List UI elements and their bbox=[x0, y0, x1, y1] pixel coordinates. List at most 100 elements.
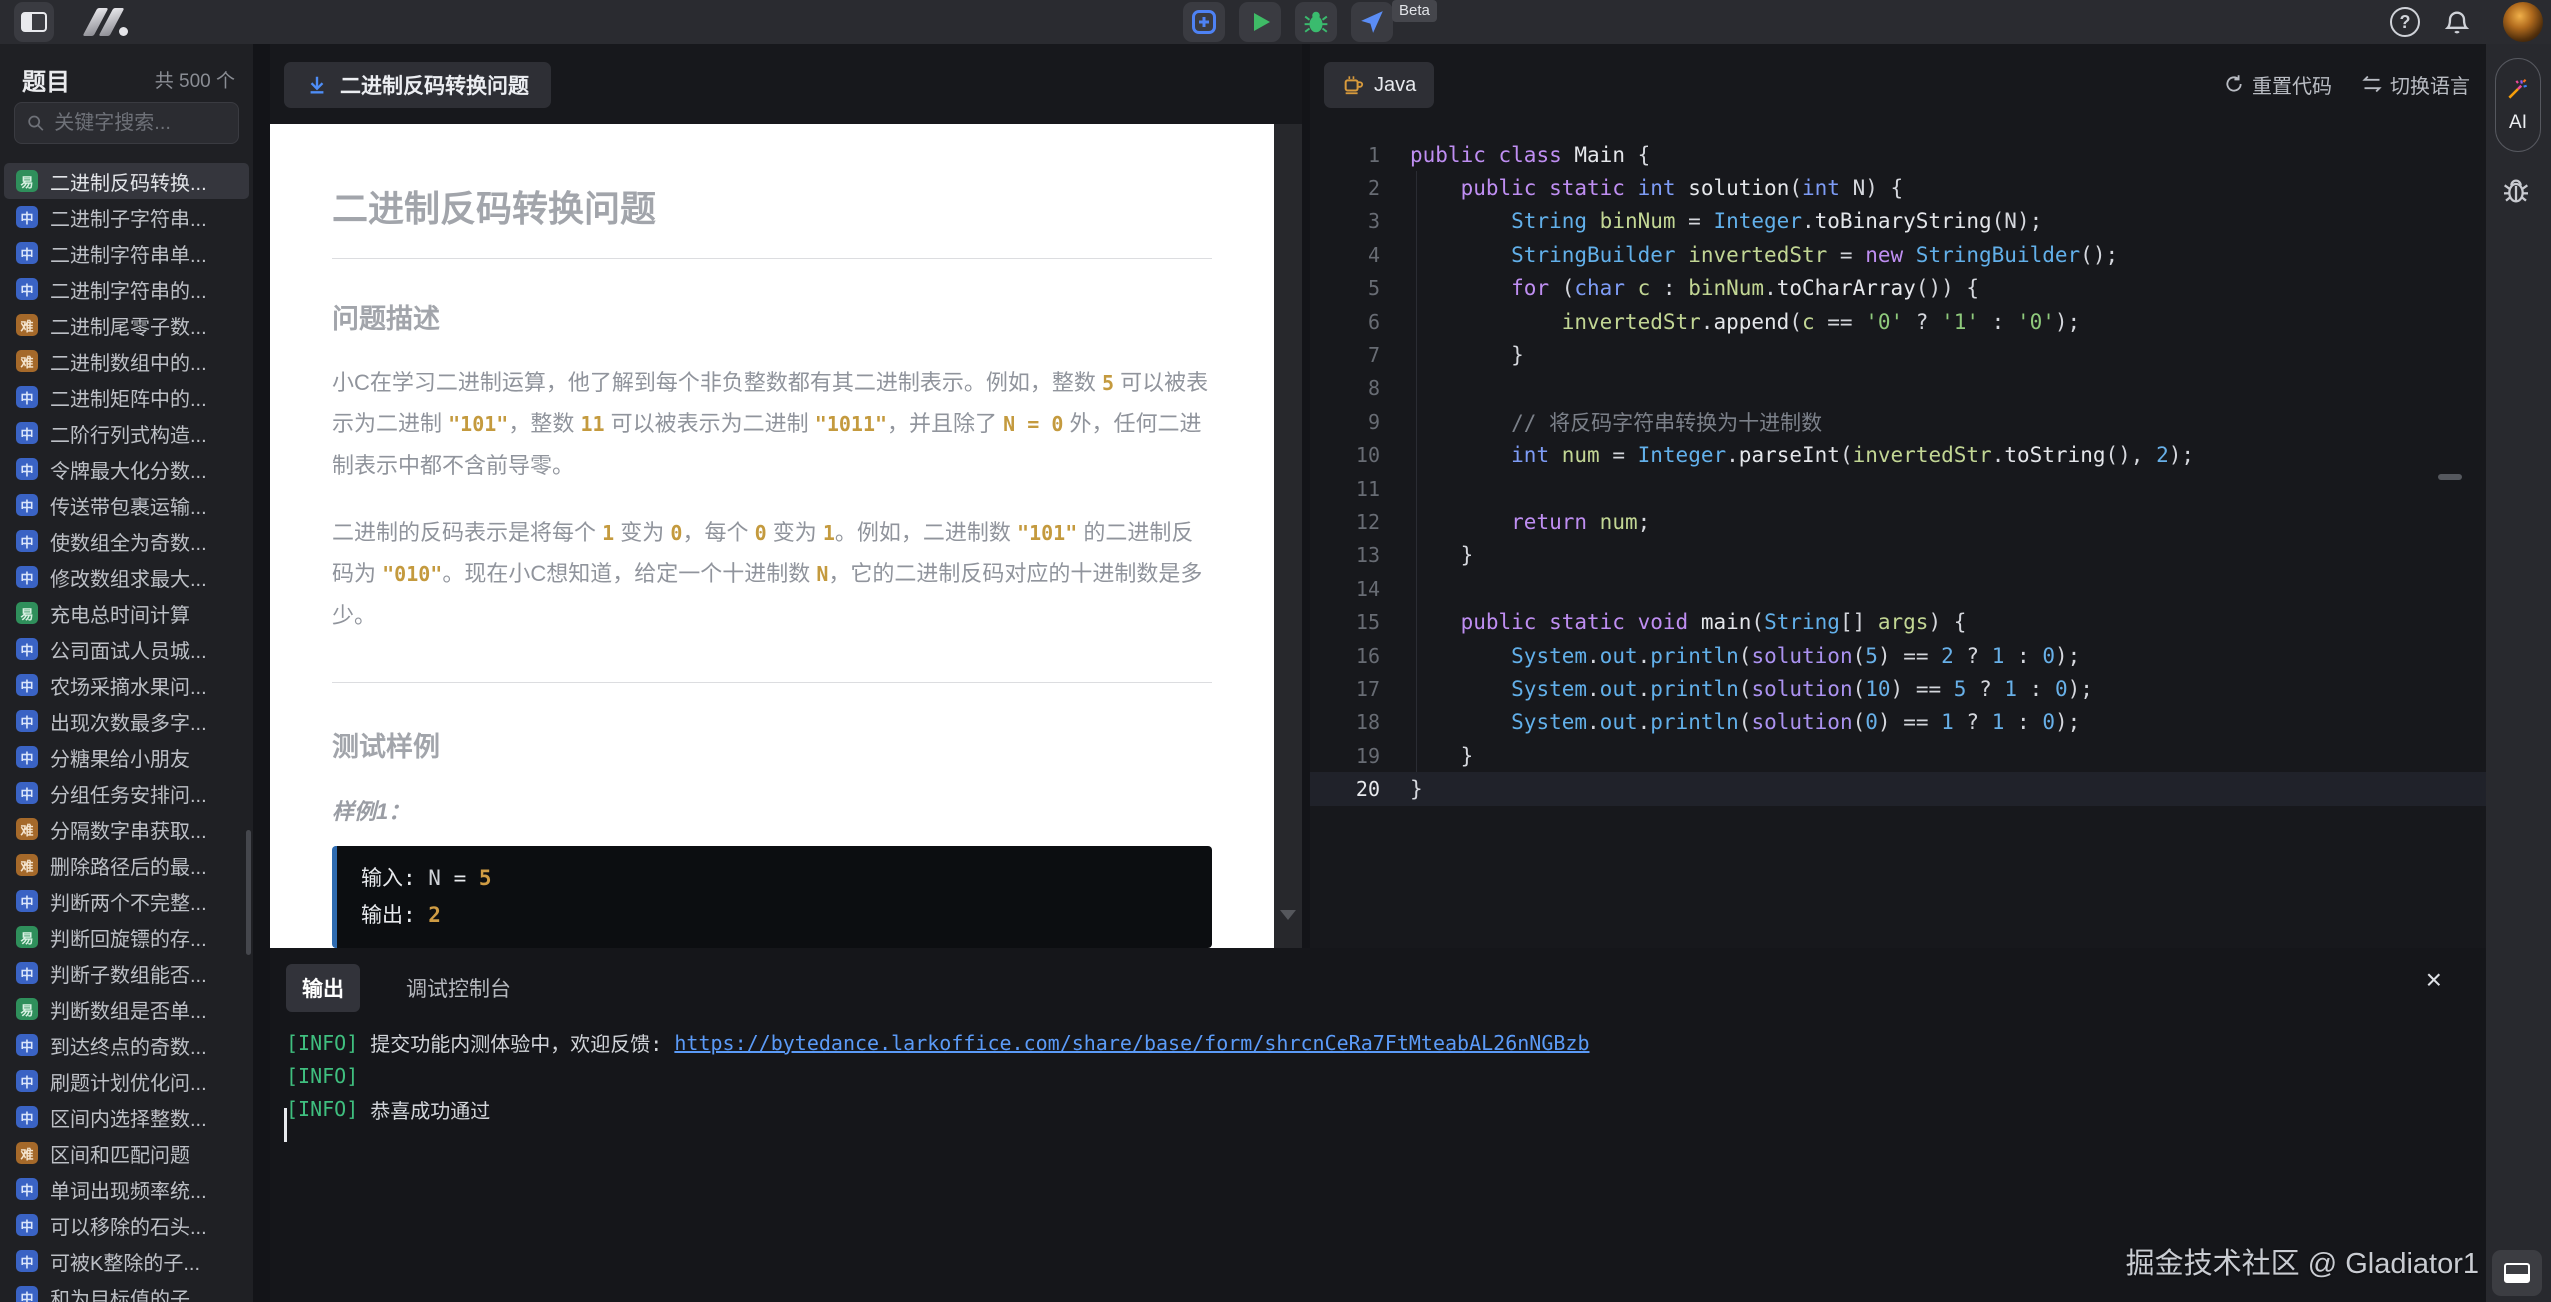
submit-button[interactable] bbox=[1351, 2, 1393, 42]
sidebar-item[interactable]: 中分糖果给小朋友 bbox=[4, 739, 249, 775]
sidebar-item[interactable]: 中二进制矩阵中的... bbox=[4, 379, 249, 415]
code-line[interactable]: 8 bbox=[1310, 372, 2486, 405]
sidebar-item[interactable]: 中判断子数组能否... bbox=[4, 955, 249, 991]
notifications-button[interactable] bbox=[2442, 7, 2472, 37]
sidebar-item[interactable]: 中传送带包裹运输... bbox=[4, 487, 249, 523]
download-icon bbox=[310, 76, 324, 94]
problem-scrollbar[interactable] bbox=[1274, 124, 1302, 948]
code-line[interactable]: 19 } bbox=[1310, 739, 2486, 772]
code-line[interactable]: 3 String binNum = Integer.toBinaryString… bbox=[1310, 205, 2486, 238]
difficulty-badge: 中 bbox=[16, 1250, 38, 1272]
code-line[interactable]: 7 } bbox=[1310, 338, 2486, 371]
scroll-down-icon[interactable] bbox=[1280, 910, 1296, 920]
sidebar-item[interactable]: 易判断数组是否单... bbox=[4, 991, 249, 1027]
sidebar-item[interactable]: 中农场采摘水果问... bbox=[4, 667, 249, 703]
sidebar-item[interactable]: 中刷题计划优化问... bbox=[4, 1063, 249, 1099]
sidebar-item[interactable]: 中到达终点的奇数... bbox=[4, 1027, 249, 1063]
code-line[interactable]: 13 } bbox=[1310, 539, 2486, 572]
rail-debug-button[interactable] bbox=[2500, 174, 2532, 211]
run-button[interactable] bbox=[1239, 2, 1281, 42]
code-editor[interactable]: 1 public class Main {2 public static int … bbox=[1310, 124, 2486, 948]
sidebar-scrollbar[interactable] bbox=[246, 830, 251, 955]
new-file-button[interactable] bbox=[1183, 2, 1225, 42]
search-input[interactable] bbox=[54, 111, 226, 135]
problem-paragraph: 二进制的反码表示是将每个 1 变为 0，每个 0 变为 1。例如，二进制数 "1… bbox=[332, 520, 1203, 628]
problem-count: 共 500 个 bbox=[154, 71, 235, 92]
user-avatar[interactable] bbox=[2503, 2, 2543, 42]
difficulty-badge: 中 bbox=[16, 566, 38, 588]
sidebar-item[interactable]: 中二进制字符串单... bbox=[4, 235, 249, 271]
editor-scrollbar[interactable] bbox=[2438, 474, 2462, 480]
code-line[interactable]: 2 public static int solution(int N) { bbox=[1310, 171, 2486, 204]
tab-output[interactable]: 输出 bbox=[286, 964, 360, 1012]
difficulty-badge: 中 bbox=[16, 278, 38, 300]
sidebar-item[interactable]: 中区间内选择整数... bbox=[4, 1099, 249, 1135]
sidebar-item[interactable]: 中公司面试人员城... bbox=[4, 631, 249, 667]
feedback-link[interactable]: https://bytedance.larkoffice.com/share/b… bbox=[674, 1031, 1589, 1055]
sidebar-item[interactable]: 易判断回旋镖的存... bbox=[4, 919, 249, 955]
difficulty-badge: 中 bbox=[16, 1034, 38, 1056]
reset-code-button[interactable]: 重置代码 bbox=[2224, 70, 2332, 99]
sidebar-item[interactable]: 中修改数组求最大... bbox=[4, 559, 249, 595]
sidebar-item[interactable]: 中可以移除的石头... bbox=[4, 1207, 249, 1243]
sidebar-item[interactable]: 中判断两个不完整... bbox=[4, 883, 249, 919]
sidebar-item[interactable]: 中二阶行列式构造... bbox=[4, 415, 249, 451]
sidebar-item[interactable]: 中可被K整除的子... bbox=[4, 1243, 249, 1279]
code-line[interactable]: 4 StringBuilder invertedStr = new String… bbox=[1310, 238, 2486, 271]
tab-debug-console[interactable]: 调试控制台 bbox=[390, 964, 527, 1012]
toggle-bottom-panel-button[interactable] bbox=[2492, 1250, 2542, 1296]
debug-button[interactable] bbox=[1295, 2, 1337, 42]
difficulty-badge: 中 bbox=[16, 206, 38, 228]
difficulty-badge: 中 bbox=[16, 386, 38, 408]
sidebar-item[interactable]: 难二进制数组中的... bbox=[4, 343, 249, 379]
sidebar-toggle-button[interactable] bbox=[14, 2, 54, 42]
sidebar-item[interactable]: 中单词出现频率统... bbox=[4, 1171, 249, 1207]
line-number: 6 bbox=[1367, 309, 1380, 334]
close-console-button[interactable]: × bbox=[2426, 966, 2442, 994]
bug-icon bbox=[1304, 11, 1328, 33]
difficulty-badge: 难 bbox=[16, 1142, 38, 1164]
code-line[interactable]: 18 System.out.println(solution(0) == 1 ?… bbox=[1310, 706, 2486, 739]
sidebar-item[interactable]: 中二进制字符串的... bbox=[4, 271, 249, 307]
code-line[interactable]: 20} bbox=[1310, 772, 2486, 806]
problem-item-label: 判断回旋镖的存... bbox=[50, 928, 207, 951]
search-box[interactable] bbox=[14, 102, 239, 144]
sidebar-item[interactable]: 中二进制子字符串... bbox=[4, 199, 249, 235]
sidebar-item[interactable]: 难删除路径后的最... bbox=[4, 847, 249, 883]
sidebar-item[interactable]: 难区间和匹配问题 bbox=[4, 1135, 249, 1171]
line-number: 20 bbox=[1355, 777, 1380, 802]
language-tab[interactable]: Java bbox=[1324, 62, 1435, 108]
log-line: [INFO] 提交功能内测体验中，欢迎反馈: https://bytedance… bbox=[286, 1030, 1590, 1057]
sidebar-item[interactable]: 易充电总时间计算 bbox=[4, 595, 249, 631]
sidebar-item[interactable]: 难分隔数字串获取... bbox=[4, 811, 249, 847]
sidebar-item[interactable]: 中分组任务安排问... bbox=[4, 775, 249, 811]
code-line[interactable]: 10 int num = Integer.parseInt(invertedSt… bbox=[1310, 439, 2486, 472]
code-line[interactable]: 12 return num; bbox=[1310, 505, 2486, 538]
switch-language-button[interactable]: 切换语言 bbox=[2362, 70, 2470, 99]
code-line[interactable]: 14 bbox=[1310, 572, 2486, 605]
marscode-logo bbox=[82, 8, 130, 36]
code-line[interactable]: 17 System.out.println(solution(10) == 5 … bbox=[1310, 672, 2486, 705]
switch-icon bbox=[2362, 75, 2382, 93]
help-button[interactable]: ? bbox=[2390, 7, 2420, 37]
code-line[interactable]: 16 System.out.println(solution(5) == 2 ?… bbox=[1310, 639, 2486, 672]
problem-tab[interactable]: 二进制反码转换问题 bbox=[284, 62, 551, 108]
sidebar-item[interactable]: 中使数组全为奇数... bbox=[4, 523, 249, 559]
sidebar-item[interactable]: 中出现次数最多字... bbox=[4, 703, 249, 739]
sidebar-item[interactable]: 中和为目标值的子... bbox=[4, 1279, 249, 1302]
difficulty-badge: 易 bbox=[16, 602, 38, 624]
problem-item-label: 删除路径后的最... bbox=[50, 856, 207, 879]
problem-item-label: 二进制数组中的... bbox=[50, 352, 207, 375]
code-line[interactable]: 1 public class Main { bbox=[1310, 138, 2486, 171]
code-line[interactable]: 11 bbox=[1310, 472, 2486, 505]
sidebar-item[interactable]: 中令牌最大化分数... bbox=[4, 451, 249, 487]
code-line[interactable]: 5 for (char c : binNum.toCharArray()) { bbox=[1310, 272, 2486, 305]
code-line[interactable]: 9 // 将反码字符串转换为十进制数 bbox=[1310, 405, 2486, 438]
sidebar-item[interactable]: 易二进制反码转换... bbox=[4, 163, 249, 199]
sidebar-item[interactable]: 难二进制尾零子数... bbox=[4, 307, 249, 343]
line-number: 2 bbox=[1367, 176, 1380, 201]
console-caret bbox=[284, 1108, 287, 1142]
ai-assistant-button[interactable]: AI bbox=[2495, 58, 2541, 152]
code-line[interactable]: 6 invertedStr.append(c == '0' ? '1' : '0… bbox=[1310, 305, 2486, 338]
code-line[interactable]: 15 public static void main(String[] args… bbox=[1310, 605, 2486, 638]
